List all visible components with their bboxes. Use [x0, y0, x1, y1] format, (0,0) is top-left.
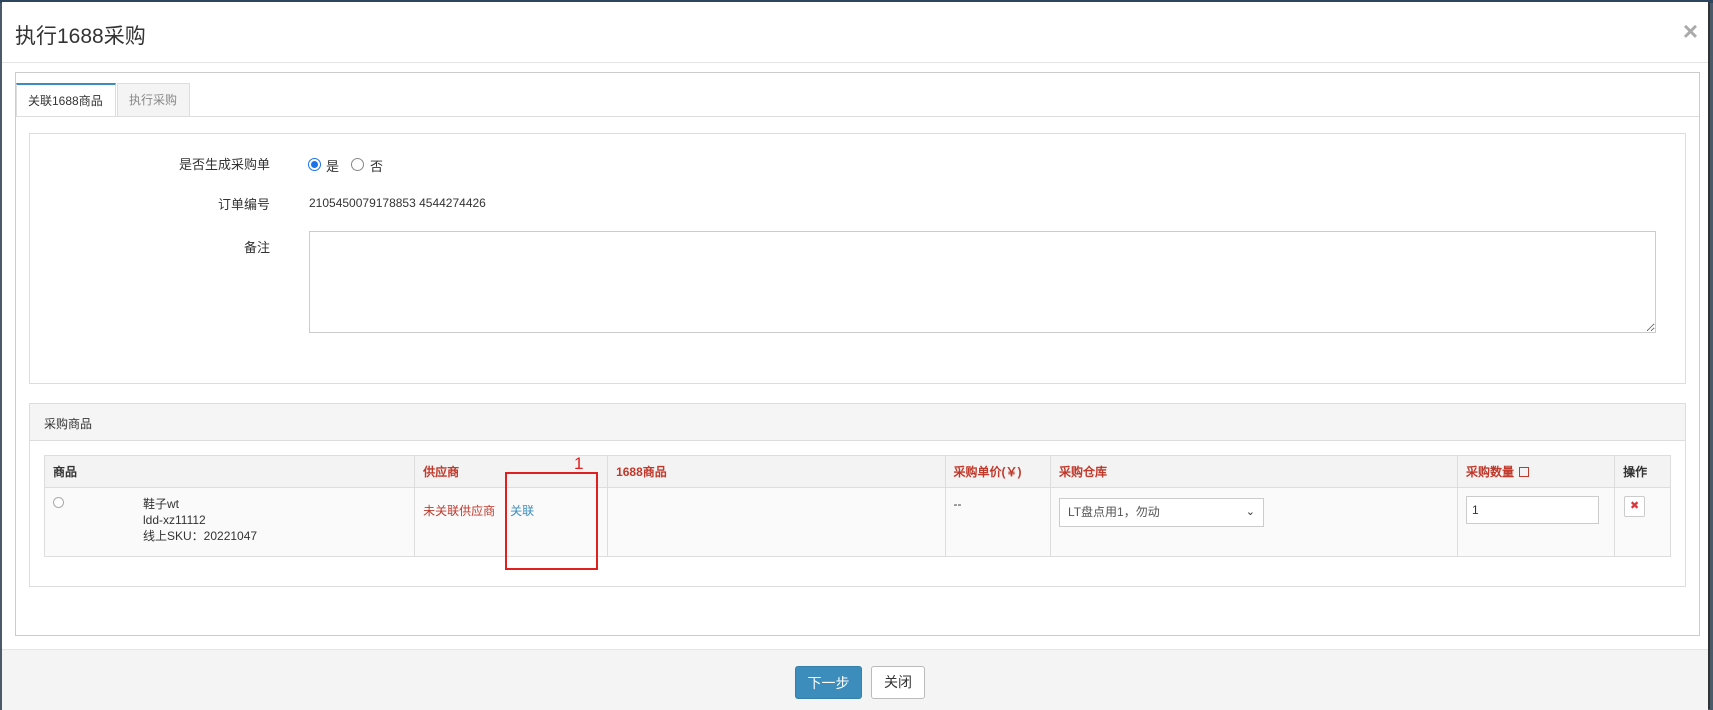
modal-header: 执行1688采购 × [2, 2, 1708, 63]
chevron-down-icon: ⌄ [1245, 506, 1255, 518]
modal-footer: 下一步 关闭 [2, 649, 1708, 710]
cell-unit-price: -- [944, 487, 1051, 557]
product-code: ldd-xz11112 [143, 513, 206, 527]
annotation-number: 1 [574, 454, 584, 473]
supplier-status: 未关联供应商 [423, 504, 496, 518]
tab-divider [16, 116, 1699, 117]
product-name: 鞋子wt [143, 497, 180, 511]
col-unit-price: 采购单价(￥) [944, 455, 1051, 488]
next-step-button[interactable]: 下一步 [795, 666, 862, 699]
annotation-highlight-box [505, 472, 598, 570]
radio-yes[interactable] [308, 158, 321, 171]
product-info: 鞋子wt ldd-xz11112 线上SKU：20221047 [143, 496, 257, 544]
cell-warehouse: LT盘点用1，勿动 ⌄ [1049, 487, 1458, 557]
cell-1688-product [607, 487, 946, 557]
tab-link-1688-goods[interactable]: 关联1688商品 [16, 83, 116, 117]
copy-icon[interactable] [1518, 467, 1529, 477]
modal-title: 执行1688采购 [15, 25, 146, 48]
col-1688-product: 1688商品 [607, 455, 946, 488]
product-online-sku: 线上SKU：20221047 [143, 529, 258, 543]
goods-panel-title: 采购商品 [44, 417, 93, 431]
radio-no-label: 否 [370, 159, 384, 174]
radio-yes-label: 是 [326, 159, 340, 174]
remark-textarea[interactable] [309, 231, 1656, 333]
row-select-radio[interactable] [53, 497, 64, 508]
col-actions: 操作 [1614, 455, 1671, 488]
cell-actions: ✖ [1614, 487, 1671, 557]
goods-panel-header: 采购商品 [30, 404, 1685, 441]
remark-label: 备注 [243, 240, 270, 255]
purchase-modal: 执行1688采购 × 关联1688商品 执行采购 是否生成采购单 是 否 订单编… [2, 2, 1710, 710]
col-product: 商品 [43, 455, 416, 488]
unit-price: -- [953, 497, 962, 511]
close-button[interactable]: 关闭 [871, 666, 925, 699]
purchase-goods-panel: 采购商品 商品 供应商 1688商品 采购单价(￥) 采购仓库 采购数量 操作 [29, 403, 1686, 587]
goods-table: 商品 供应商 1688商品 采购单价(￥) 采购仓库 采购数量 操作 鞋子wt … [43, 455, 1671, 557]
order-no-label: 订单编号 [217, 197, 270, 212]
form-panel: 是否生成采购单 是 否 订单编号 2105450079178853 454427… [29, 133, 1686, 384]
tab-execute-purchase[interactable]: 执行采购 [117, 83, 190, 116]
cell-product: 鞋子wt ldd-xz11112 线上SKU：20221047 [43, 487, 416, 557]
col-warehouse: 采购仓库 [1049, 455, 1458, 488]
order-no-value: 2105450079178853 4544274426 [309, 196, 486, 210]
quantity-input[interactable]: 1 [1465, 496, 1599, 524]
col-quantity-label: 采购数量 [1465, 465, 1514, 479]
delete-row-button[interactable]: ✖ [1624, 496, 1646, 517]
warehouse-selected-value: LT盘点用1，勿动 [1067, 505, 1160, 519]
cell-quantity: 1 [1456, 487, 1616, 557]
modal-body: 关联1688商品 执行采购 是否生成采购单 是 否 订单编号 210545007… [15, 72, 1700, 636]
warehouse-select[interactable]: LT盘点用1，勿动 ⌄ [1058, 498, 1264, 527]
close-icon[interactable]: × [1683, 16, 1698, 47]
generate-po-label: 是否生成采购单 [178, 157, 270, 172]
col-quantity: 采购数量 [1456, 455, 1616, 488]
radio-no[interactable] [351, 158, 364, 171]
table-row: 鞋子wt ldd-xz11112 线上SKU：20221047 未关联供应商 关… [43, 487, 1671, 557]
